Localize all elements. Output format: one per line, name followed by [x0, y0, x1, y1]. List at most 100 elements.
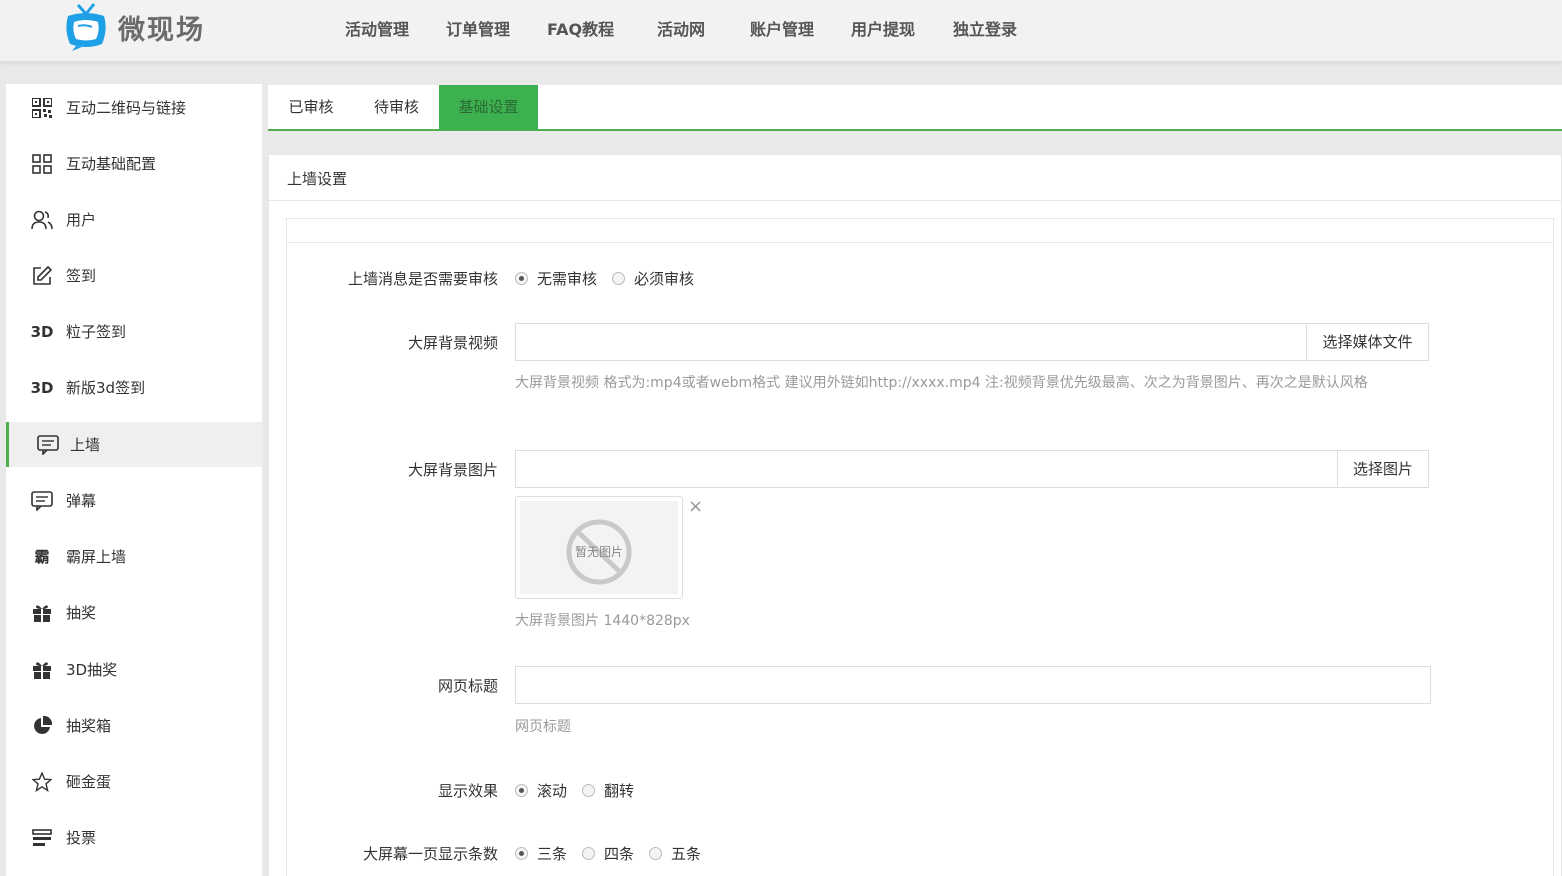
radio-four[interactable] — [582, 847, 596, 860]
sidebar-item-qrcode-links[interactable]: 互动二维码与链接 — [6, 85, 262, 130]
list-icon — [31, 827, 53, 849]
sidebar-item-label: 用户 — [66, 211, 97, 229]
image-placeholder: 暂无图片 — [520, 501, 678, 594]
remove-image-icon[interactable]: × — [688, 496, 703, 517]
audit-radio-group: 无需审核 必须审核 — [515, 268, 709, 289]
image-preview: 暂无图片 — [515, 496, 683, 599]
panel-header: 上墙设置 — [269, 155, 1561, 201]
panel-title: 上墙设置 — [287, 170, 348, 188]
brand-name: 微现场 — [118, 14, 205, 46]
radio-flip-label[interactable]: 翻转 — [604, 780, 634, 801]
radio-four-label[interactable]: 四条 — [604, 843, 634, 864]
audit-label: 上墙消息是否需要审核 — [347, 270, 498, 288]
bg-video-label: 大屏背景视频 — [407, 334, 498, 352]
sidebar-item-label: 砸金蛋 — [66, 773, 112, 791]
grid-icon — [31, 153, 53, 175]
form-box — [286, 218, 1554, 876]
tab-basic-settings[interactable]: 基础设置 — [439, 85, 538, 130]
nav-account-management[interactable]: 账户管理 — [750, 16, 814, 40]
logo[interactable]: 微现场 — [60, 2, 205, 52]
sidebar-item-golden-egg[interactable]: 砸金蛋 — [6, 759, 262, 804]
page-title-help: 网页标题 — [515, 719, 571, 735]
gift-icon — [31, 602, 53, 624]
page-title-input[interactable] — [515, 666, 1431, 704]
users-icon — [31, 209, 53, 231]
radio-three[interactable] — [515, 847, 528, 860]
sidebar-item-label: 互动基础配置 — [66, 155, 157, 173]
tab-approved[interactable]: 已审核 — [268, 85, 354, 130]
sidebar-item-label: 抽奖 — [66, 604, 97, 622]
bg-image-input[interactable] — [515, 450, 1338, 488]
nav-standalone-login[interactable]: 独立登录 — [953, 16, 1017, 40]
select-media-button[interactable]: 选择媒体文件 — [1306, 323, 1429, 361]
per-page-radio-group: 三条 四条 五条 — [515, 843, 716, 864]
radio-no-audit-label[interactable]: 无需审核 — [537, 268, 597, 289]
sidebar-item-lottery[interactable]: 抽奖 — [6, 590, 262, 635]
bg-video-field[interactable] — [516, 324, 1306, 360]
nav-activity-site[interactable]: 活动网 — [657, 16, 705, 40]
sidebar-item-3d-signin[interactable]: 3D 新版3d签到 — [6, 365, 262, 410]
bg-video-input[interactable] — [515, 323, 1307, 361]
page-title-label: 网页标题 — [437, 677, 498, 695]
bg-video-help: 大屏背景视频 格式为:mp4或者webm格式 建议用外链如http://xxxx… — [515, 375, 1368, 391]
sidebar-item-label: 上墙 — [70, 436, 101, 454]
sidebar-item-label: 霸屏上墙 — [66, 548, 127, 566]
3d-icon: 3D — [30, 322, 54, 341]
bg-image-label: 大屏背景图片 — [407, 461, 498, 479]
tab-pending[interactable]: 待审核 — [354, 85, 439, 130]
radio-no-audit[interactable] — [515, 272, 528, 285]
sidebar-item-label: 签到 — [66, 267, 97, 285]
sidebar-item-signin[interactable]: 签到 — [6, 253, 262, 298]
radio-scroll[interactable] — [515, 784, 528, 797]
bg-image-field[interactable] — [516, 451, 1337, 487]
pie-chart-icon — [31, 715, 53, 737]
select-image-button[interactable]: 选择图片 — [1337, 450, 1429, 488]
tab-bar: 已审核 待审核 基础设置 — [268, 85, 1562, 131]
radio-five[interactable] — [649, 847, 663, 860]
sidebar: 互动二维码与链接 互动基础配置 用户 签到 3D 粒子签到 3D 新版3d签到 … — [6, 84, 262, 876]
sidebar-item-danmaku[interactable]: 弹幕 — [6, 478, 262, 523]
ba-icon: 霸 — [34, 548, 50, 566]
qr-code-icon — [31, 97, 53, 119]
message-icon — [37, 434, 59, 456]
sidebar-item-label: 互动二维码与链接 — [66, 99, 187, 117]
gift-icon — [31, 659, 53, 681]
message-icon — [31, 490, 53, 512]
nav-faq-tutorial[interactable]: FAQ教程 — [547, 16, 614, 40]
sidebar-item-users[interactable]: 用户 — [6, 197, 262, 242]
sidebar-item-label: 弹幕 — [66, 492, 97, 510]
radio-must-audit[interactable] — [612, 272, 626, 285]
radio-scroll-label[interactable]: 滚动 — [537, 780, 567, 801]
sidebar-item-label: 新版3d签到 — [66, 379, 146, 397]
nav-user-withdraw[interactable]: 用户提现 — [851, 16, 915, 40]
effect-radio-group: 滚动 翻转 — [515, 780, 649, 801]
sidebar-item-wall[interactable]: 上墙 — [6, 422, 262, 467]
nav-order-management[interactable]: 订单管理 — [446, 16, 510, 40]
sidebar-item-full-screen-wall[interactable]: 霸 霸屏上墙 — [6, 534, 262, 579]
top-header: 微现场 活动管理 订单管理 FAQ教程 活动网 账户管理 用户提现 独立登录 — [0, 0, 1562, 62]
per-page-label: 大屏幕一页显示条数 — [362, 845, 498, 863]
sidebar-item-label: 粒子签到 — [66, 323, 127, 341]
sidebar-item-particle-signin[interactable]: 3D 粒子签到 — [6, 309, 262, 354]
sidebar-item-label: 抽奖箱 — [66, 717, 112, 735]
sidebar-item-label: 3D抽奖 — [66, 661, 118, 679]
3d-icon: 3D — [30, 378, 54, 397]
sidebar-item-lottery-box[interactable]: 抽奖箱 — [6, 703, 262, 748]
radio-three-label[interactable]: 三条 — [537, 843, 567, 864]
bg-image-help: 大屏背景图片 1440*828px — [515, 613, 690, 629]
effect-label: 显示效果 — [437, 782, 498, 800]
sidebar-item-label: 投票 — [66, 829, 97, 847]
nav-activity-management[interactable]: 活动管理 — [345, 16, 409, 40]
radio-flip[interactable] — [582, 784, 596, 797]
radio-must-audit-label[interactable]: 必须审核 — [634, 268, 694, 289]
radio-five-label[interactable]: 五条 — [671, 843, 701, 864]
sidebar-item-vote[interactable]: 投票 — [6, 815, 262, 860]
tv-logo-icon — [60, 2, 112, 52]
star-icon — [31, 771, 53, 793]
edit-icon — [31, 265, 53, 287]
form-box-header — [287, 219, 1553, 243]
sidebar-item-3d-lottery[interactable]: 3D抽奖 — [6, 647, 262, 692]
sidebar-item-base-config[interactable]: 互动基础配置 — [6, 141, 262, 186]
no-image-text: 暂无图片 — [574, 545, 623, 559]
page-title-field[interactable] — [516, 667, 1430, 703]
